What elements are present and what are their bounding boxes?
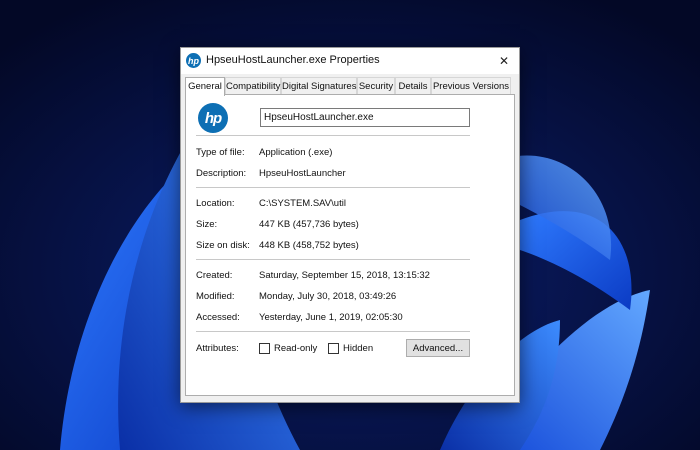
tab-previous-versions[interactable]: Previous Versions <box>431 77 511 95</box>
file-name-input[interactable] <box>260 108 470 127</box>
tab-security[interactable]: Security <box>357 77 395 95</box>
general-panel: hp Type of file: Application (.exe) Desc… <box>185 94 515 396</box>
divider <box>196 331 470 332</box>
hp-logo-icon: hp <box>186 53 201 68</box>
location-label: Location: <box>196 198 235 209</box>
description-label: Description: <box>196 168 247 179</box>
tab-general[interactable]: General <box>185 77 225 96</box>
size-on-disk-value: 448 KB (458,752 bytes) <box>259 240 359 251</box>
location-value: C:\SYSTEM.SAV\util <box>259 198 346 209</box>
accessed-value: Yesterday, June 1, 2019, 02:05:30 <box>259 312 403 323</box>
divider <box>196 259 470 260</box>
created-value: Saturday, September 15, 2018, 13:15:32 <box>259 270 430 281</box>
tab-details[interactable]: Details <box>395 77 431 95</box>
tab-compatibility[interactable]: Compatibility <box>225 77 281 95</box>
divider <box>196 187 470 188</box>
accessed-label: Accessed: <box>196 312 240 323</box>
type-of-file-value: Application (.exe) <box>259 147 333 158</box>
description-value: HpseuHostLauncher <box>259 168 346 179</box>
hidden-checkbox[interactable] <box>328 343 339 354</box>
modified-value: Monday, July 30, 2018, 03:49:26 <box>259 291 397 302</box>
close-icon: ✕ <box>498 54 510 68</box>
tab-digital-signatures[interactable]: Digital Signatures <box>281 77 357 95</box>
attributes-label: Attributes: <box>196 343 239 354</box>
read-only-label[interactable]: Read-only <box>274 343 317 354</box>
title-bar[interactable]: hp HpseuHostLauncher.exe Properties ✕ <box>181 48 519 74</box>
modified-label: Modified: <box>196 291 235 302</box>
advanced-button[interactable]: Advanced... <box>406 339 470 357</box>
hp-logo-icon: hp <box>198 103 228 133</box>
size-label: Size: <box>196 219 218 230</box>
type-of-file-label: Type of file: <box>196 147 245 158</box>
tab-strip: General Compatibility Digital Signatures… <box>185 77 515 96</box>
size-on-disk-label: Size on disk: <box>196 240 250 251</box>
window-title: HpseuHostLauncher.exe Properties <box>206 54 380 66</box>
hidden-label[interactable]: Hidden <box>343 343 373 354</box>
read-only-checkbox[interactable] <box>259 343 270 354</box>
size-value: 447 KB (457,736 bytes) <box>259 219 359 230</box>
properties-dialog: hp HpseuHostLauncher.exe Properties ✕ Ge… <box>180 47 520 403</box>
divider <box>196 135 470 136</box>
created-label: Created: <box>196 270 233 281</box>
close-button[interactable]: ✕ <box>489 48 519 74</box>
